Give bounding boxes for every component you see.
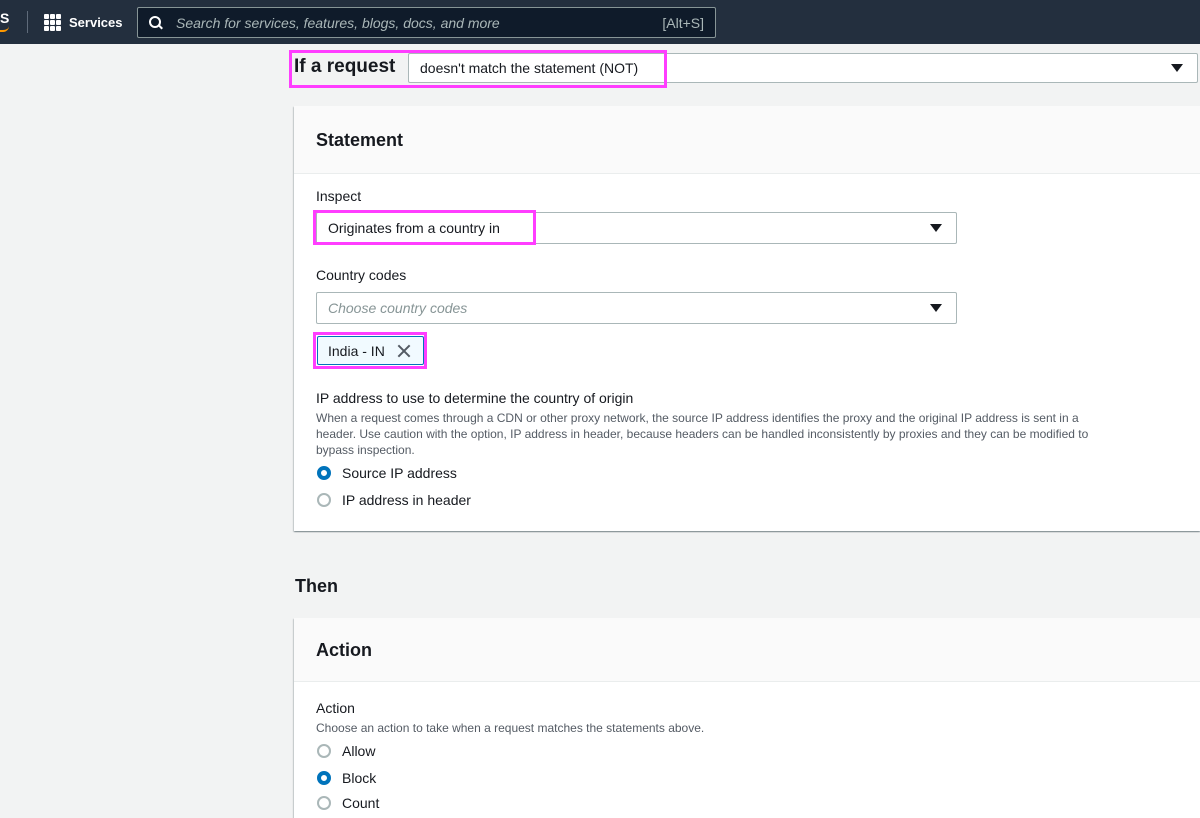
radio-count[interactable]: Count xyxy=(317,795,379,811)
country-codes-label: Country codes xyxy=(316,267,407,283)
caret-down-icon xyxy=(1171,64,1183,72)
country-token-label: India - IN xyxy=(328,342,385,359)
action-description: Choose an action to take when a request … xyxy=(316,721,705,735)
remove-token-close-icon[interactable] xyxy=(397,344,411,358)
inspect-label: Inspect xyxy=(316,188,362,204)
if-a-request-label: If a request xyxy=(294,56,396,77)
radio-button-checked[interactable] xyxy=(317,771,331,785)
top-navigation-bar: S Services [Alt+S] xyxy=(0,0,1200,44)
country-codes-placeholder: Choose country codes xyxy=(328,300,468,316)
caret-down-icon xyxy=(930,304,942,312)
search-input[interactable] xyxy=(174,13,663,32)
action-panel: Action Action Choose an action to take w… xyxy=(294,618,1200,818)
statement-panel-header: Statement xyxy=(294,106,1200,174)
search-shortcut-hint: [Alt+S] xyxy=(662,14,704,31)
radio-count-label: Count xyxy=(342,795,380,811)
radio-button-checked[interactable] xyxy=(317,466,331,480)
inspect-select[interactable]: Originates from a country in xyxy=(316,212,957,244)
nav-divider xyxy=(27,11,28,33)
inspect-value: Originates from a country in xyxy=(328,220,500,236)
radio-ip-in-header[interactable]: IP address in header xyxy=(317,492,471,508)
statement-panel: Statement Inspect Originates from a coun… xyxy=(294,106,1200,531)
ip-source-description-line-2: header. Use caution with the option, IP … xyxy=(316,427,1089,441)
services-menu-button[interactable]: Services xyxy=(44,11,123,33)
radio-source-ip-label: Source IP address xyxy=(342,465,457,481)
radio-button-unchecked[interactable] xyxy=(317,744,331,758)
aws-logo-smile-icon xyxy=(0,26,9,32)
caret-down-icon xyxy=(930,224,942,232)
services-label: Services xyxy=(69,14,123,30)
country-codes-select[interactable]: Choose country codes xyxy=(316,292,957,324)
radio-source-ip[interactable]: Source IP address xyxy=(317,465,457,481)
then-heading: Then xyxy=(295,576,338,596)
match-type-value: doesn't match the statement (NOT) xyxy=(420,60,639,76)
radio-allow-label: Allow xyxy=(342,743,376,759)
radio-block[interactable]: Block xyxy=(317,770,376,786)
radio-block-label: Block xyxy=(342,770,377,786)
search-icon xyxy=(149,15,163,30)
radio-allow[interactable]: Allow xyxy=(317,743,375,759)
action-label: Action xyxy=(316,700,355,716)
country-token: India - IN xyxy=(317,336,424,365)
radio-button-unchecked[interactable] xyxy=(317,493,331,507)
action-panel-header: Action xyxy=(294,618,1200,682)
statement-title: Statement xyxy=(316,130,404,150)
aws-logo-fragment[interactable]: S xyxy=(0,10,9,26)
radio-ip-in-header-label: IP address in header xyxy=(342,492,471,508)
ip-source-description-line-3: bypass inspection. xyxy=(316,443,415,457)
ip-source-description-line-1: When a request comes through a CDN or ot… xyxy=(316,411,1079,425)
ip-source-label: IP address to use to determine the count… xyxy=(316,390,634,406)
grid-menu-icon xyxy=(44,13,61,31)
match-type-select[interactable]: doesn't match the statement (NOT) xyxy=(408,53,1198,83)
action-title: Action xyxy=(316,640,372,660)
global-search-box[interactable]: [Alt+S] xyxy=(137,7,716,38)
